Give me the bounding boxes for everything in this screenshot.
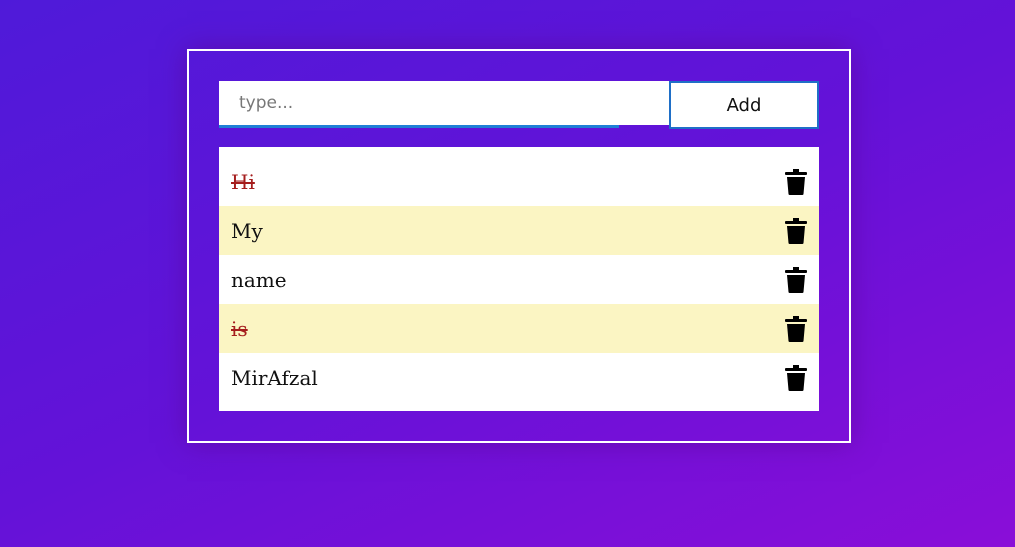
input-gap [619,81,669,125]
list-item[interactable]: MirAfzal [219,353,819,402]
task-input[interactable] [219,81,639,125]
list-item-text: My [231,218,263,243]
list-item[interactable]: Hi [219,157,819,206]
task-list: Hi My name is MirAfzal [219,147,819,411]
trash-icon[interactable] [785,365,807,391]
list-item-text: name [231,267,287,292]
list-item-text: Hi [231,169,255,194]
list-item[interactable]: My [219,206,819,255]
list-item[interactable]: is [219,304,819,353]
trash-icon[interactable] [785,169,807,195]
trash-icon[interactable] [785,218,807,244]
todo-card: Add Hi My name [187,49,851,443]
list-item[interactable]: name [219,255,819,304]
trash-icon[interactable] [785,316,807,342]
add-task-row: Add [219,81,819,129]
list-item-text: MirAfzal [231,365,318,390]
add-button[interactable]: Add [669,81,819,129]
list-item-text: is [231,316,248,341]
input-underline [219,125,619,128]
trash-icon[interactable] [785,267,807,293]
